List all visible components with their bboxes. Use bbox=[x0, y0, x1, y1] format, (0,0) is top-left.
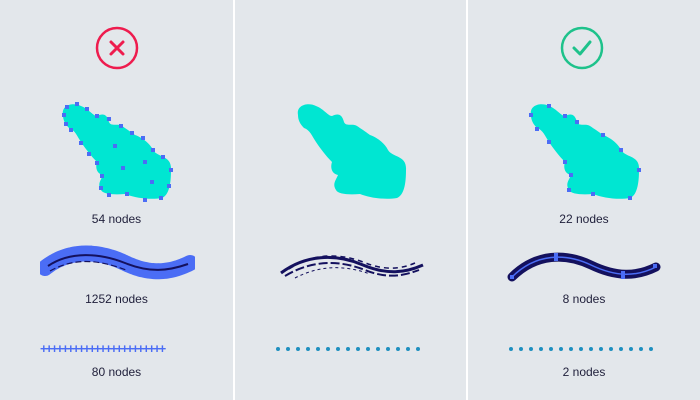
brush-node-count: 1252 nodes bbox=[85, 292, 148, 306]
leaf-shape-nodes bbox=[529, 104, 641, 200]
panel-good-example: 22 nodes 8 nodes 2 nodes bbox=[468, 0, 700, 400]
dots-node-count: 2 nodes bbox=[562, 365, 606, 379]
panel-original bbox=[235, 0, 466, 400]
dotted-line bbox=[276, 347, 420, 351]
leaf-shape bbox=[297, 104, 407, 199]
panel-bad-example: 54 nodes 1252 nodes ++++++++++++++++++++… bbox=[0, 0, 233, 400]
dotted-line-nodes: +++++++++++++++++++++++ bbox=[40, 342, 166, 356]
check-icon bbox=[560, 26, 604, 70]
close-icon bbox=[95, 26, 139, 70]
brush-stroke-nodes bbox=[507, 252, 661, 282]
brush-stroke-nodes bbox=[40, 245, 195, 280]
dotted-line bbox=[509, 347, 653, 351]
leaf-node-count: 54 nodes bbox=[91, 212, 142, 226]
leaf-shape-nodes bbox=[62, 102, 173, 202]
brush-stroke bbox=[280, 255, 424, 279]
brush-node-count: 8 nodes bbox=[562, 292, 606, 306]
dots-node-count: 80 nodes bbox=[91, 365, 142, 379]
leaf-node-count: 22 nodes bbox=[559, 212, 609, 226]
